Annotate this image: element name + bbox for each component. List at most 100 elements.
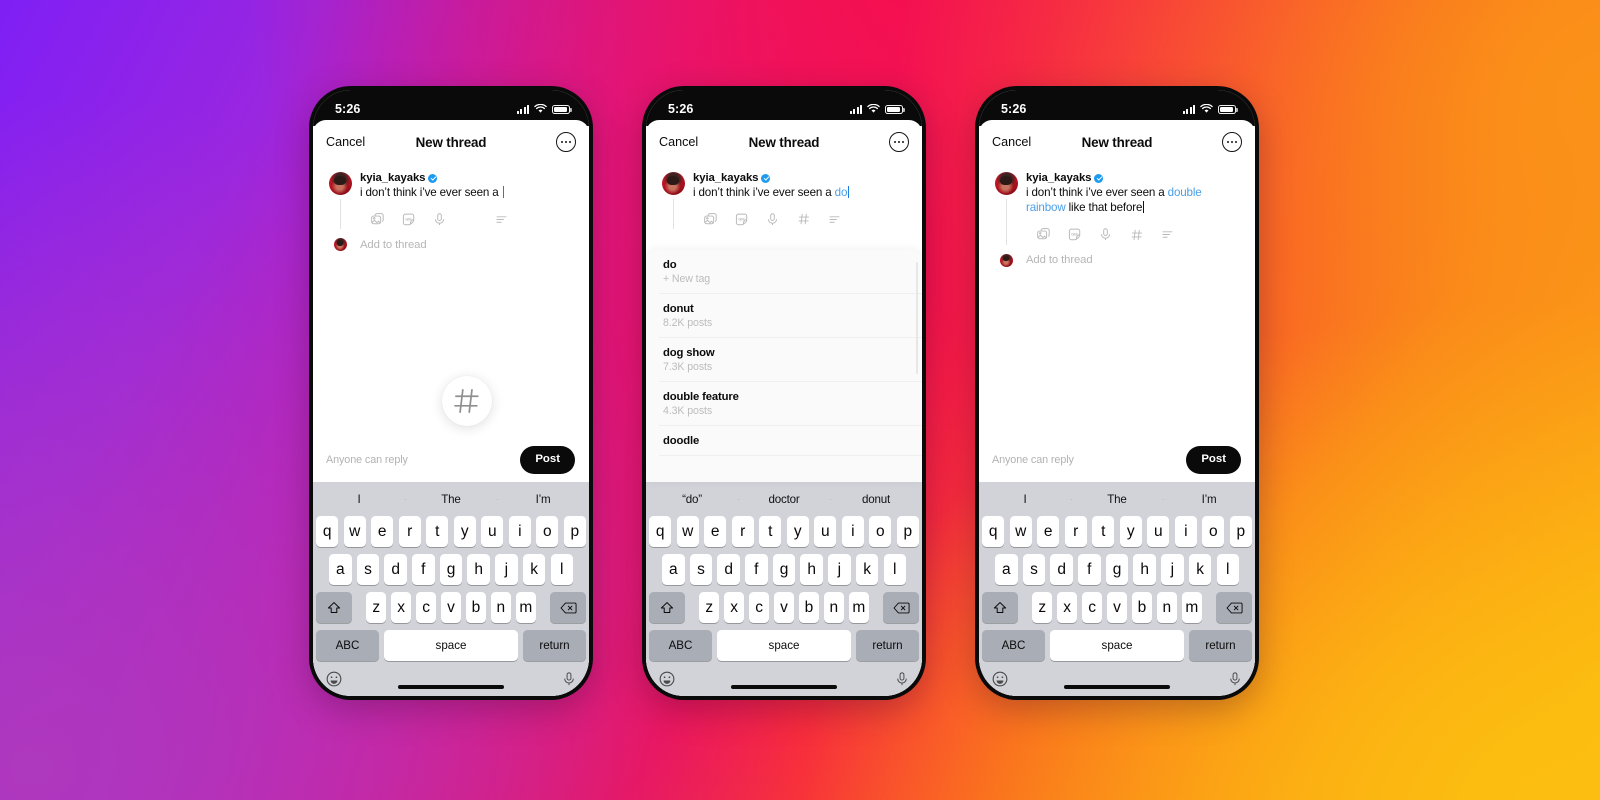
photo-icon[interactable] (695, 209, 726, 229)
post-button[interactable]: Post (1186, 446, 1241, 474)
key-j[interactable]: j (495, 554, 518, 585)
key-r[interactable]: r (1064, 516, 1087, 547)
gif-icon[interactable]: GIF (726, 209, 757, 229)
key-k[interactable]: k (1188, 554, 1212, 585)
space-key[interactable]: space (717, 630, 851, 661)
key-p[interactable]: p (1229, 516, 1252, 547)
more-options-icon[interactable] (889, 132, 909, 152)
key-i[interactable]: i (508, 516, 531, 547)
key-q[interactable]: q (649, 516, 672, 547)
shift-icon[interactable] (649, 592, 685, 623)
key-y[interactable]: y (453, 516, 476, 547)
add-to-thread-row[interactable]: Add to thread (979, 253, 1255, 267)
key-i[interactable]: i (1174, 516, 1197, 547)
key-y[interactable]: y (786, 516, 809, 547)
suggestion-item[interactable]: double feature 4.3K posts (659, 382, 922, 426)
key-h[interactable]: h (800, 554, 823, 585)
key-t[interactable]: t (1092, 516, 1115, 547)
key-x[interactable]: x (724, 592, 745, 623)
return-key[interactable]: return (523, 630, 586, 661)
key-w[interactable]: w (343, 516, 366, 547)
backspace-icon[interactable] (550, 592, 587, 623)
key-a[interactable]: a (662, 554, 685, 585)
key-t[interactable]: t (426, 516, 449, 547)
key-l[interactable]: l (883, 554, 906, 585)
hashtag-icon[interactable] (788, 209, 819, 229)
key-j[interactable]: j (1161, 554, 1184, 585)
space-key[interactable]: space (1050, 630, 1184, 661)
shift-icon[interactable] (316, 592, 352, 623)
key-z[interactable]: z (366, 592, 387, 623)
prediction-item[interactable]: I’m (497, 493, 589, 506)
key-g[interactable]: g (439, 554, 463, 585)
key-u[interactable]: u (1147, 516, 1170, 547)
key-q[interactable]: q (982, 516, 1005, 547)
key-l[interactable]: l (1216, 554, 1239, 585)
key-w[interactable]: w (676, 516, 699, 547)
key-j[interactable]: j (828, 554, 851, 585)
reply-audience-label[interactable]: Anyone can reply (992, 454, 1074, 466)
key-m[interactable]: m (515, 592, 536, 623)
prediction-item[interactable]: “do” (646, 493, 738, 506)
key-b[interactable]: b (1132, 592, 1152, 623)
key-w[interactable]: w (1009, 516, 1032, 547)
key-c[interactable]: c (416, 592, 436, 623)
key-e[interactable]: e (1037, 516, 1060, 547)
key-c[interactable]: c (1082, 592, 1102, 623)
key-n[interactable]: n (823, 592, 844, 623)
key-e[interactable]: e (704, 516, 727, 547)
photo-icon[interactable] (1028, 225, 1059, 245)
microphone-icon[interactable] (424, 209, 455, 229)
key-b[interactable]: b (466, 592, 486, 623)
more-options-icon[interactable] (556, 132, 576, 152)
key-k[interactable]: k (522, 554, 546, 585)
key-g[interactable]: g (772, 554, 796, 585)
gif-icon[interactable]: GIF (1059, 225, 1090, 245)
key-z[interactable]: z (699, 592, 720, 623)
key-e[interactable]: e (371, 516, 394, 547)
key-t[interactable]: t (759, 516, 782, 547)
return-key[interactable]: return (1189, 630, 1252, 661)
post-text-input[interactable]: i don’t think i’ve ever seen a (360, 185, 576, 200)
prediction-item[interactable]: The (1071, 493, 1163, 506)
key-g[interactable]: g (1105, 554, 1129, 585)
hashtag-magnifier-bubble[interactable] (442, 376, 492, 426)
key-b[interactable]: b (799, 592, 819, 623)
key-h[interactable]: h (1133, 554, 1156, 585)
backspace-icon[interactable] (883, 592, 920, 623)
key-y[interactable]: y (1119, 516, 1142, 547)
poll-icon[interactable] (1152, 225, 1183, 245)
key-i[interactable]: i (841, 516, 864, 547)
key-o[interactable]: o (1202, 516, 1225, 547)
key-f[interactable]: f (412, 554, 435, 585)
key-s[interactable]: s (689, 554, 713, 585)
key-q[interactable]: q (316, 516, 339, 547)
key-c[interactable]: c (749, 592, 769, 623)
abc-key[interactable]: ABC (316, 630, 379, 661)
suggestion-item[interactable]: do + New tag (659, 250, 922, 294)
key-v[interactable]: v (441, 592, 461, 623)
key-o[interactable]: o (536, 516, 559, 547)
key-v[interactable]: v (774, 592, 794, 623)
post-text-input[interactable]: i don’t think i’ve ever seen a double ra… (1026, 185, 1242, 216)
key-p[interactable]: p (563, 516, 586, 547)
key-v[interactable]: v (1107, 592, 1127, 623)
key-n[interactable]: n (1156, 592, 1177, 623)
key-m[interactable]: m (1181, 592, 1202, 623)
microphone-icon[interactable] (757, 209, 788, 229)
hashtag-suggestion-list[interactable]: do + New tag donut 8.2K posts dog show 7… (646, 250, 922, 482)
key-d[interactable]: d (1050, 554, 1073, 585)
key-h[interactable]: h (467, 554, 490, 585)
key-o[interactable]: o (869, 516, 892, 547)
key-r[interactable]: r (731, 516, 754, 547)
key-x[interactable]: x (1057, 592, 1078, 623)
key-u[interactable]: u (481, 516, 504, 547)
key-d[interactable]: d (384, 554, 407, 585)
post-text-input[interactable]: i don’t think i’ve ever seen a do (693, 185, 909, 200)
suggestion-item[interactable]: dog show 7.3K posts (659, 338, 922, 382)
prediction-item[interactable]: donut (830, 493, 922, 506)
microphone-icon[interactable] (1090, 225, 1121, 245)
reply-audience-label[interactable]: Anyone can reply (326, 454, 408, 466)
poll-icon[interactable] (819, 209, 850, 229)
return-key[interactable]: return (856, 630, 919, 661)
